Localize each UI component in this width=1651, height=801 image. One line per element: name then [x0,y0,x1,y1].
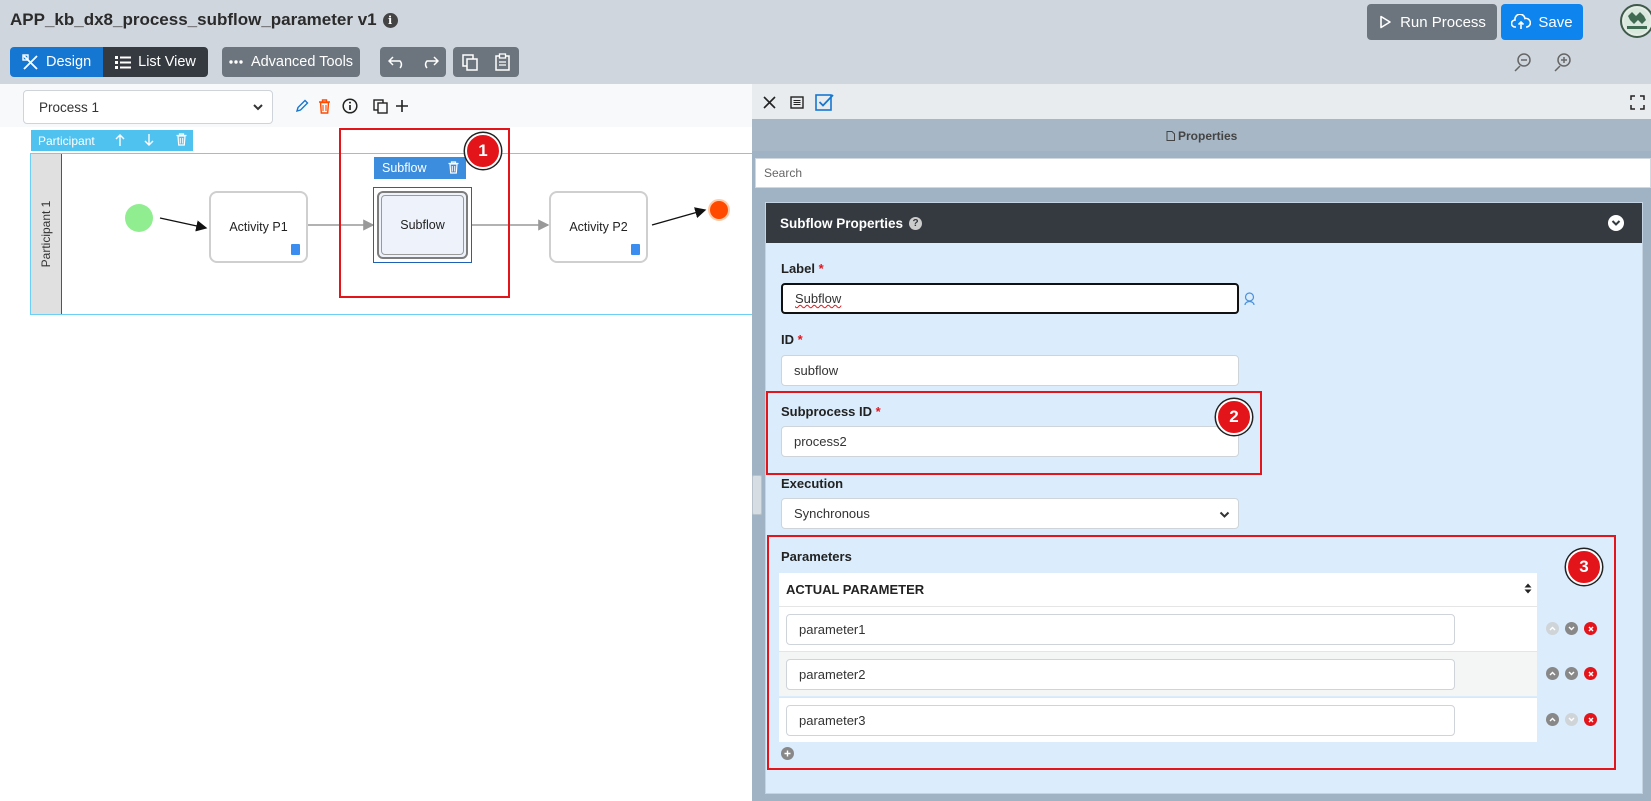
advanced-tools-button[interactable]: Advanced Tools [222,47,360,77]
panel-resize-handle[interactable] [752,475,762,515]
execution-field-label: Execution [781,476,843,491]
subflow-properties-header[interactable]: Subflow Properties ? [766,203,1642,243]
activity-p1-node[interactable]: Activity P1 [209,191,308,263]
activity-p2-node[interactable]: Activity P2 [549,191,648,263]
label-field-label: Label * [781,261,824,276]
required-marker: * [797,332,803,347]
execution-select[interactable]: Synchronous [781,498,1239,529]
redo-button[interactable] [413,47,446,77]
copy-icon [461,53,478,71]
form-view-button[interactable] [787,92,807,112]
id-input[interactable]: subflow [781,355,1239,386]
panel-header-title: Properties [752,129,1651,143]
copy-button[interactable] [453,47,486,77]
paste-icon [495,53,510,71]
start-event[interactable] [125,204,153,232]
id-input-value: subflow [794,363,839,378]
design-tab[interactable]: Design [10,47,104,77]
label-field-text: Label [781,261,815,276]
paste-button[interactable] [486,47,519,77]
execution-text: Execution [781,476,844,491]
app-title-text: APP_kb_dx8_process_subflow_parameter v1 [10,10,377,29]
play-icon [1380,15,1391,29]
zoom-out-button[interactable] [1511,50,1535,74]
zoom-in-button[interactable] [1551,50,1575,74]
save-label: Save [1538,13,1573,31]
form-icon [790,95,804,109]
advanced-tools-label: Advanced Tools [250,54,354,70]
clipboard-group [453,47,519,77]
close-icon [762,95,776,109]
close-panel-button[interactable] [759,92,779,112]
dots-icon [229,60,243,64]
label-input[interactable]: Subflow [781,283,1239,314]
document-icon [291,244,300,255]
expand-icon [1629,94,1645,110]
document-icon [1166,131,1175,141]
required-marker: * [818,261,824,276]
id-field-label: ID * [781,332,803,347]
collapse-button[interactable] [1608,215,1624,231]
activity-p1-label: Activity P1 [229,220,288,234]
annotation-box-2 [766,391,1262,475]
zoom-out-icon [1514,53,1531,72]
end-event[interactable] [708,199,730,221]
info-icon[interactable]: i [382,12,398,28]
label-input-value: Subflow [795,291,842,306]
annotation-badge-2: 2 [1216,399,1252,435]
panel-header-label: Properties [1177,129,1238,143]
panel-header: Properties [752,119,1651,151]
avatar[interactable] [1620,4,1651,38]
validate-button[interactable] [814,92,834,112]
chevron-down-icon [1611,220,1621,226]
checkbox-icon [814,94,834,111]
properties-search-input[interactable]: Search [755,158,1651,188]
translate-icon[interactable] [1242,291,1257,306]
top-header: APP_kb_dx8_process_subflow_parameter v1 … [0,0,1651,84]
listview-label: List View [138,54,196,70]
help-icon[interactable]: ? [909,216,923,230]
chevron-down-icon [1219,511,1230,518]
design-label: Design [46,54,92,70]
save-button[interactable]: Save [1501,4,1583,40]
run-process-label: Run Process [1400,13,1486,31]
execution-value: Synchronous [794,506,870,521]
id-field-text: ID [781,332,794,347]
design-icon [22,53,38,70]
subflow-properties-title: Subflow Properties [780,215,904,231]
expand-panel-button[interactable] [1627,92,1647,112]
annotation-badge-3: 3 [1566,549,1602,585]
activity-p2-label: Activity P2 [569,220,628,234]
annotation-box-3 [767,535,1616,770]
search-placeholder: Search [764,166,803,180]
document-icon [631,244,640,255]
undo-button[interactable] [380,47,413,77]
cloud-upload-icon [1511,14,1532,29]
zoom-in-icon [1554,53,1571,72]
list-icon [115,55,132,69]
run-process-button[interactable]: Run Process [1367,4,1497,40]
listview-tab[interactable]: List View [103,47,208,77]
view-toggle: Design List View [10,47,208,77]
redo-icon [424,56,439,69]
annotation-badge-1: 1 [465,133,501,169]
panel-toolbar [752,84,1651,119]
app-title: APP_kb_dx8_process_subflow_parameter v1 … [10,10,398,30]
history-group [380,47,446,77]
undo-icon [387,56,402,69]
